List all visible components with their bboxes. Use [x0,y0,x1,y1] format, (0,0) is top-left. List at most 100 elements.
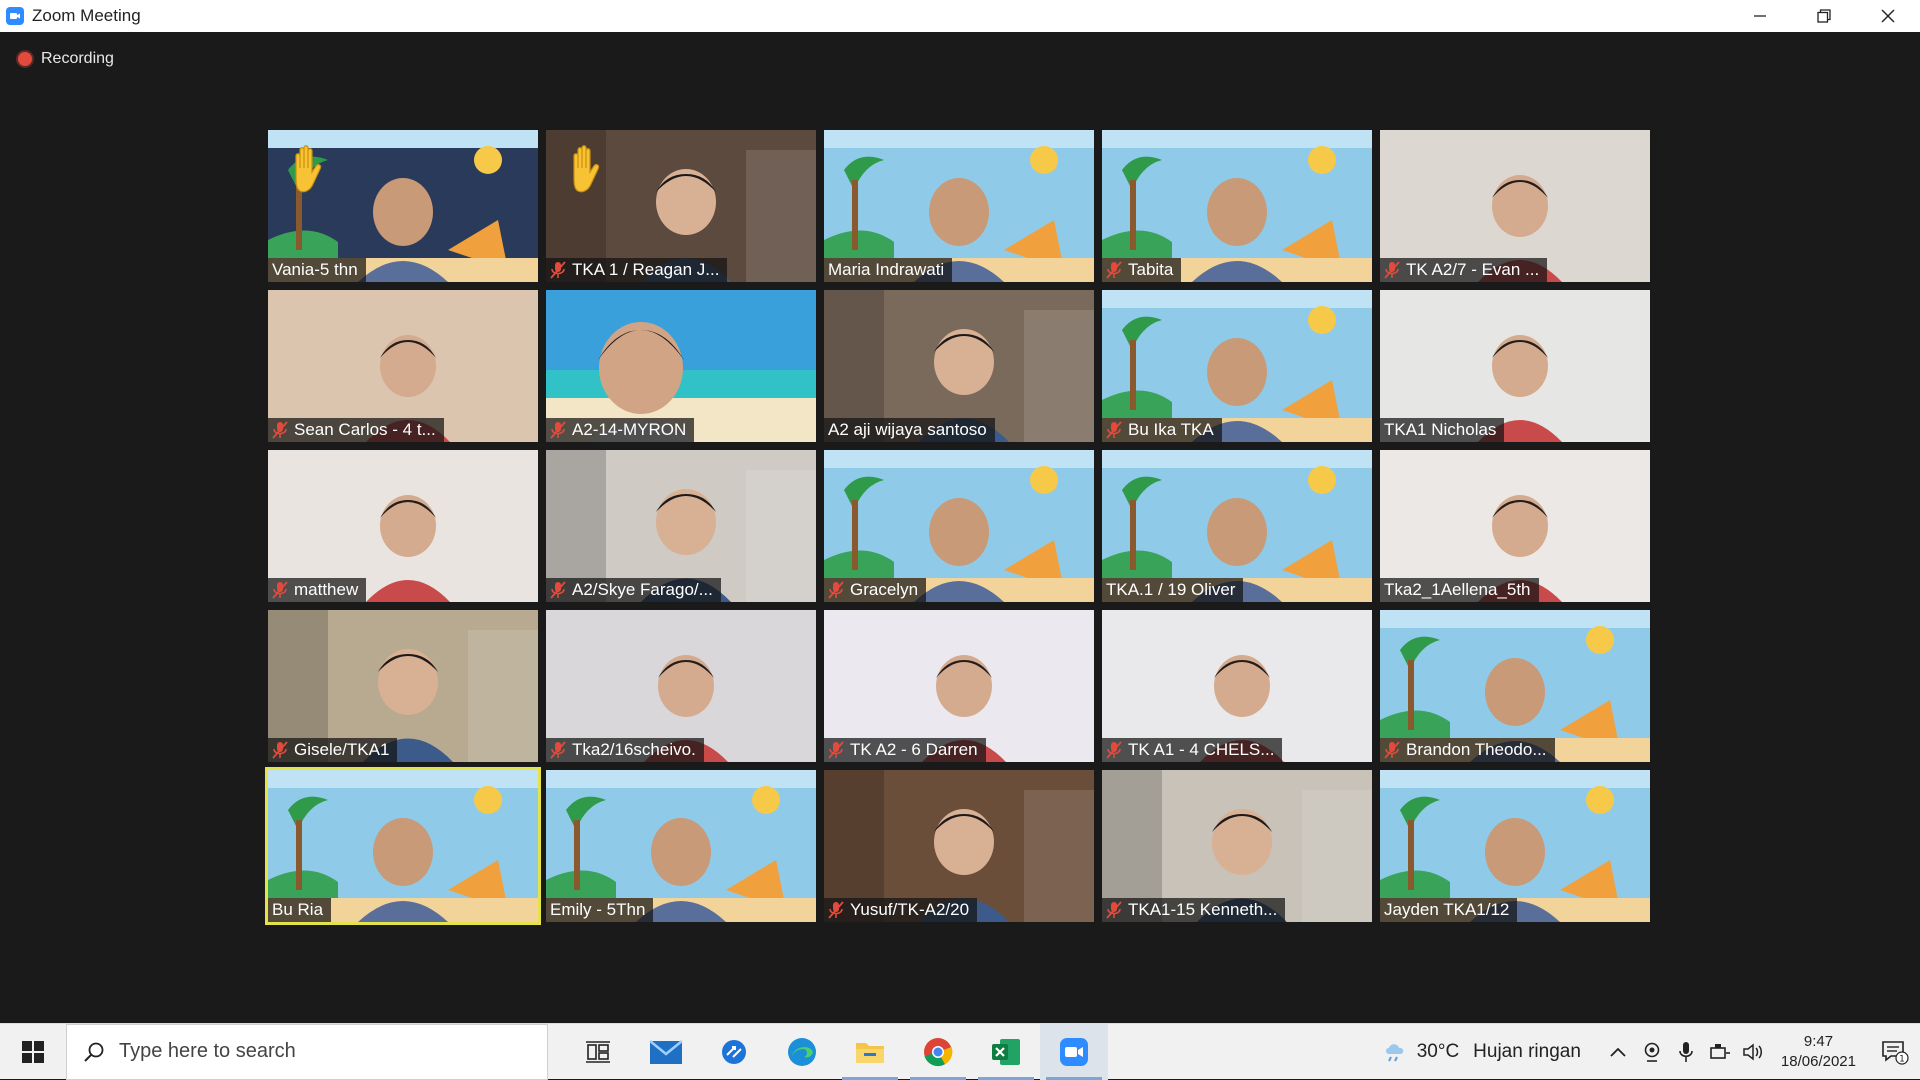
start-button[interactable] [0,1024,66,1080]
zoom-icon [1060,1037,1088,1066]
onedrive-button[interactable] [700,1024,768,1080]
microphone-muted-icon [1106,901,1122,919]
video-tile[interactable]: TKA1 Nicholas [1380,290,1650,442]
participant-name: Jayden TKA1/12 [1384,900,1510,919]
search-placeholder: Type here to search [119,1040,296,1062]
notification-center-button[interactable]: 1 [1870,1039,1920,1065]
webcam-tray-button[interactable] [1635,1041,1669,1063]
clock-date: 18/06/2021 [1780,1053,1856,1070]
video-tile[interactable]: Tka2_1Aellena_5th [1380,450,1650,602]
microphone-muted-icon [1384,261,1400,279]
participant-name: Sean Carlos - 4 t... [294,420,436,439]
taskbar-search-box[interactable]: Type here to search [66,1023,548,1080]
participant-name-bar: Brandon Theodo... [1380,738,1555,762]
participant-name-bar: A2 aji wijaya santoso [824,418,995,442]
participant-name-bar: Emily - 5Thn [546,898,654,922]
minimize-button[interactable] [1728,0,1792,32]
video-tile[interactable]: TK A2/7 - Evan ... [1380,130,1650,282]
video-tile[interactable]: matthew [268,450,538,602]
video-tile[interactable]: Bu Ika TKA [1102,290,1372,442]
participant-name-bar: TKA1-15 Kenneth... [1102,898,1286,922]
participant-name-bar: matthew [268,578,367,602]
participant-name-bar: A2/Skye Farago/... [546,578,721,602]
file-explorer-icon [856,1042,884,1063]
participant-name: Gracelyn [850,580,919,599]
video-tile[interactable]: Bu Ria [265,767,541,925]
video-tile[interactable]: Vania-5 thn [268,130,538,282]
video-tile[interactable]: Tabita [1102,130,1372,282]
volume-tray-button[interactable] [1737,1042,1771,1062]
video-tile[interactable]: Brandon Theodo... [1380,610,1650,762]
participant-name-bar: Bu Ika TKA [1102,418,1222,442]
microphone-tray-button[interactable] [1669,1041,1703,1063]
participant-name: A2/Skye Farago/... [572,580,713,599]
video-tile[interactable]: Maria Indrawati [824,130,1094,282]
participant-name: Tka2/16scheivo. [572,740,696,759]
search-icon [84,1042,104,1062]
microphone-muted-icon [828,901,844,919]
rain-cloud-icon [1385,1044,1404,1062]
chrome-browser-button[interactable] [904,1024,972,1080]
participant-name-bar: Tka2/16scheivo. [546,738,704,762]
video-tile[interactable]: Tka2/16scheivo. [546,610,816,762]
video-tile[interactable]: A2-14-MYRON [546,290,816,442]
video-tile[interactable]: TKA 1 / Reagan J... [546,130,816,282]
participant-name: TK A2/7 - Evan ... [1406,260,1540,279]
video-tile[interactable]: TKA1-15 Kenneth... [1102,770,1372,922]
weather-widget[interactable]: 30°C Hujan ringan [1383,1041,1581,1063]
microphone-muted-icon [550,261,566,279]
microphone-muted-icon [550,581,566,599]
video-tile[interactable]: TK A1 - 4 CHELS... [1102,610,1372,762]
notification-count: 1 [1899,1055,1905,1065]
participant-name-bar: Tka2_1Aellena_5th [1380,578,1539,602]
edge-browser-button[interactable] [768,1024,836,1080]
video-tile[interactable]: A2/Skye Farago/... [546,450,816,602]
video-tile[interactable]: Jayden TKA1/12 [1380,770,1650,922]
show-hidden-icons-button[interactable] [1601,1046,1635,1058]
participant-name: Vania-5 thn [272,260,358,279]
video-tile[interactable]: Gisele/TKA1 [268,610,538,762]
recording-indicator[interactable]: Recording [18,50,114,68]
excel-icon [992,1038,1020,1065]
weather-description: Hujan ringan [1473,1041,1581,1062]
microphone-muted-icon [828,581,844,599]
video-tile[interactable]: TKA.1 / 19 Oliver [1102,450,1372,602]
video-tile[interactable]: Gracelyn [824,450,1094,602]
excel-button[interactable] [972,1024,1040,1080]
windows-logo-icon [22,1040,44,1063]
video-tile[interactable]: Emily - 5Thn [546,770,816,922]
close-button[interactable] [1856,0,1920,32]
video-tile[interactable]: A2 aji wijaya santoso [824,290,1094,442]
zoom-app-icon [6,7,24,25]
network-tray-button[interactable] [1703,1042,1737,1062]
video-gallery: Vania-5 thn TKA 1 / Reagan J... Maria Indr… [265,130,1654,925]
edge-icon [788,1037,816,1066]
window-title: Zoom Meeting [32,6,141,25]
recording-dot-icon [18,52,32,66]
restore-button[interactable] [1792,0,1856,32]
microphone-muted-icon [272,581,288,599]
microphone-muted-icon [828,741,844,759]
raised-hand-icon [280,142,336,198]
video-tile[interactable]: Sean Carlos - 4 t... [268,290,538,442]
windows-taskbar: Type here to search 30°C Hujan ringan 9:… [0,1023,1920,1080]
participant-name-bar: TK A2/7 - Evan ... [1380,258,1548,282]
chrome-icon [924,1037,953,1066]
file-explorer-button[interactable] [836,1024,904,1080]
minimize-icon [1754,15,1766,17]
system-tray: 30°C Hujan ringan 9:47 18/06/2021 1 [1383,1024,1920,1080]
task-view-button[interactable] [564,1024,632,1080]
chevron-up-icon [1610,1047,1626,1057]
zoom-taskbar-button[interactable] [1040,1023,1108,1080]
microphone-muted-icon [1384,741,1400,759]
video-tile[interactable]: Yusuf/TK-A2/20 [824,770,1094,922]
taskbar-clock[interactable]: 9:47 18/06/2021 [1781,1032,1856,1072]
video-tile[interactable]: TK A2 - 6 Darren [824,610,1094,762]
participant-name-bar: TKA 1 / Reagan J... [546,258,728,282]
mail-app-button[interactable] [632,1024,700,1080]
speaker-icon [1743,1043,1762,1061]
participant-name-bar: Jayden TKA1/12 [1380,898,1518,922]
participant-name-bar: TKA.1 / 19 Oliver [1102,578,1244,602]
microphone-icon [1679,1042,1693,1062]
mail-icon [649,1039,683,1064]
